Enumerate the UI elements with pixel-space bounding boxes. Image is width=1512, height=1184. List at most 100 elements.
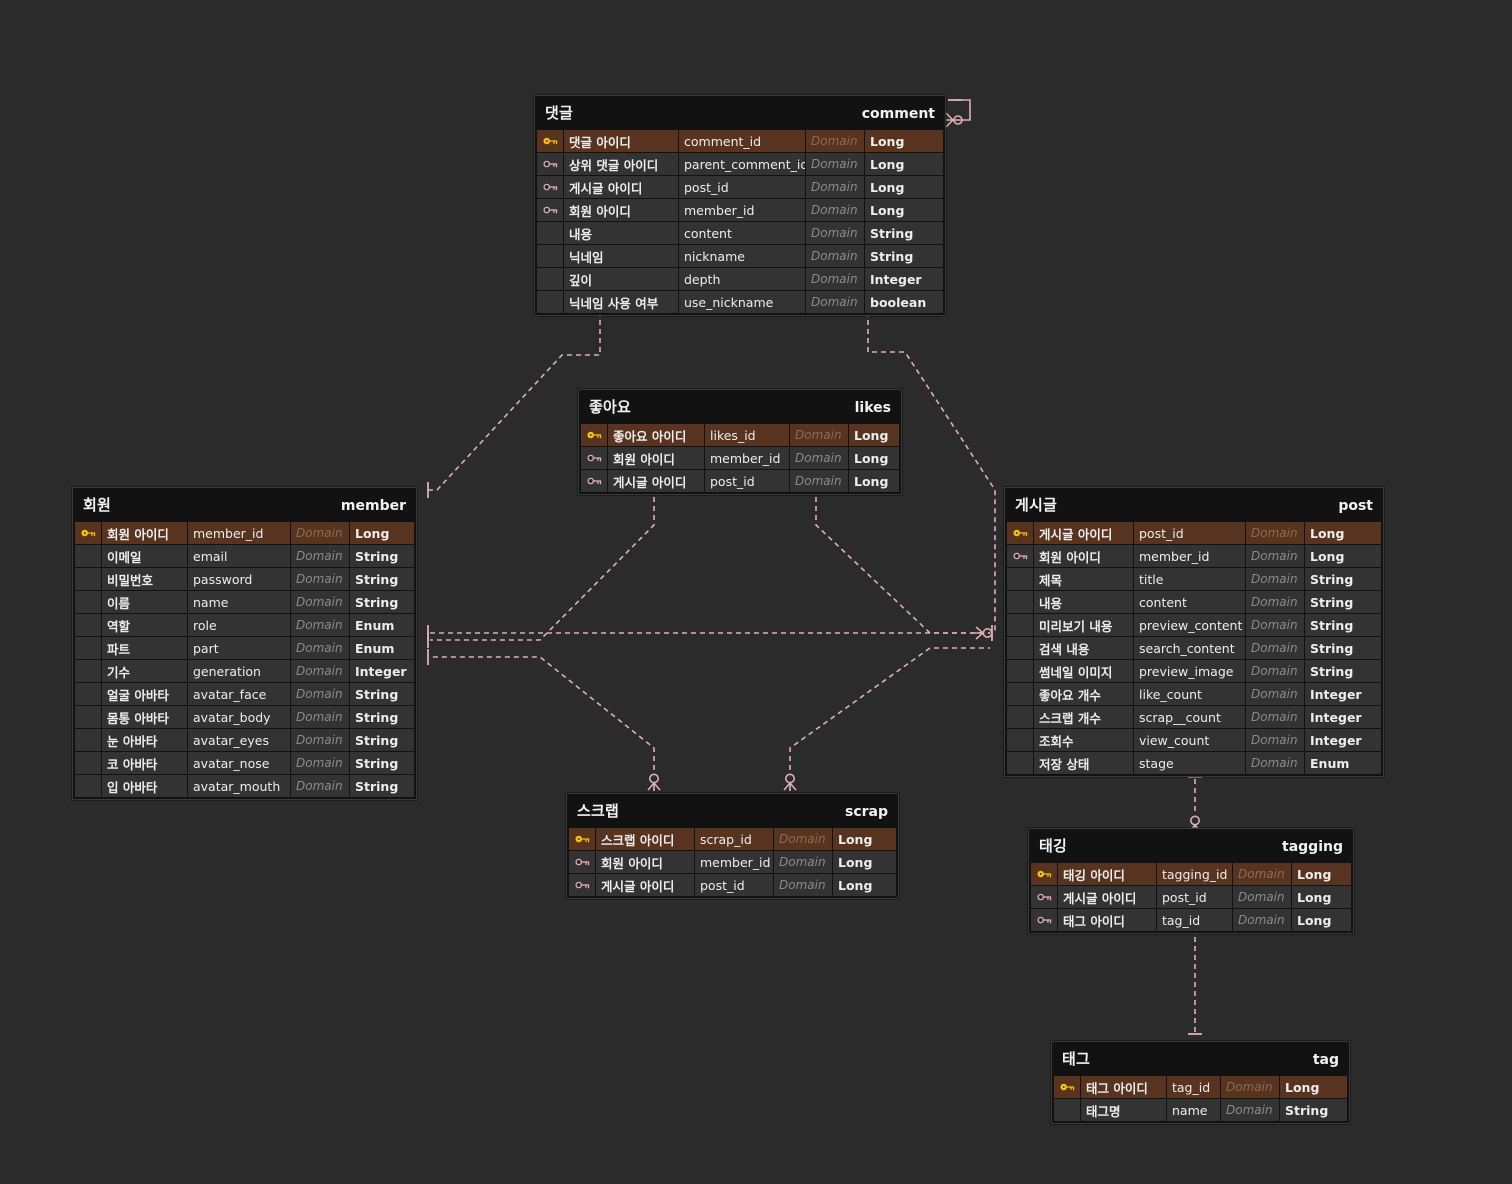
column-name-en: parent_comment_id bbox=[679, 153, 805, 175]
table-post[interactable]: 게시글 post 게시글 아이디 post_id Domain Long 회원 아이디 m… bbox=[1004, 487, 1384, 777]
table-scrap[interactable]: 스크랩 scrap 스크랩 아이디 scrap_id Domain Long 회원 아이… bbox=[566, 793, 899, 899]
column-row[interactable]: 내용 content Domain String bbox=[537, 222, 943, 244]
column-row[interactable]: 회원 아이디 member_id Domain Long bbox=[581, 447, 899, 469]
column-name-en: member_id bbox=[188, 522, 290, 544]
column-list-tag: 태그 아이디 tag_id Domain Long 태그명 name Domain Strin… bbox=[1052, 1076, 1349, 1123]
column-domain: Domain bbox=[1246, 660, 1304, 682]
column-row[interactable]: 닉네임 사용 여부 use_nickname Domain boolean bbox=[537, 291, 943, 313]
column-row[interactable]: 회원 아이디 member_id Domain Long bbox=[1007, 545, 1381, 567]
column-row[interactable]: 이름 name Domain String bbox=[75, 591, 414, 613]
key-cell bbox=[537, 291, 563, 313]
key-cell bbox=[1007, 637, 1033, 659]
column-label-kr: 게시글 아이디 bbox=[608, 470, 704, 492]
table-comment[interactable]: 댓글 comment 댓글 아이디 comment_id Domain Long 상위 … bbox=[534, 95, 946, 316]
column-row[interactable]: 회원 아이디 member_id Domain Long bbox=[75, 522, 414, 544]
column-row[interactable]: 얼굴 아바타 avatar_face Domain String bbox=[75, 683, 414, 705]
column-label-kr: 게시글 아이디 bbox=[564, 176, 678, 198]
column-row[interactable]: 입 아바타 avatar_mouth Domain String bbox=[75, 775, 414, 797]
column-row[interactable]: 역할 role Domain Enum bbox=[75, 614, 414, 636]
column-label-kr: 회원 아이디 bbox=[102, 522, 187, 544]
column-type: String bbox=[350, 752, 414, 774]
column-row[interactable]: 검색 내용 search_content Domain String bbox=[1007, 637, 1381, 659]
column-row[interactable]: 좋아요 개수 like_count Domain Integer bbox=[1007, 683, 1381, 705]
primary-key-icon bbox=[1059, 1083, 1074, 1091]
column-label-kr: 역할 bbox=[102, 614, 187, 636]
key-cell bbox=[75, 752, 101, 774]
table-likes[interactable]: 좋아요 likes 좋아요 아이디 likes_id Domain Long 회원 아이… bbox=[578, 389, 902, 495]
column-row[interactable]: 닉네임 nickname Domain String bbox=[537, 245, 943, 267]
column-row[interactable]: 저장 상태 stage Domain Enum bbox=[1007, 752, 1381, 774]
column-row[interactable]: 조회수 view_count Domain Integer bbox=[1007, 729, 1381, 751]
column-label-kr: 검색 내용 bbox=[1034, 637, 1133, 659]
column-row[interactable]: 게시글 아이디 post_id Domain Long bbox=[569, 874, 896, 896]
table-tag[interactable]: 태그 tag 태그 아이디 tag_id Domain Long 태그명 name Doma… bbox=[1051, 1041, 1350, 1124]
column-row[interactable]: 상위 댓글 아이디 parent_comment_id Domain Long bbox=[537, 153, 943, 175]
column-row[interactable]: 내용 content Domain String bbox=[1007, 591, 1381, 613]
column-row[interactable]: 댓글 아이디 comment_id Domain Long bbox=[537, 130, 943, 152]
column-row[interactable]: 회원 아이디 member_id Domain Long bbox=[569, 851, 896, 873]
column-row[interactable]: 스크랩 개수 scrap__count Domain Integer bbox=[1007, 706, 1381, 728]
key-cell bbox=[1007, 683, 1033, 705]
column-row[interactable]: 몸통 아바타 avatar_body Domain String bbox=[75, 706, 414, 728]
column-row[interactable]: 게시글 아이디 post_id Domain Long bbox=[537, 176, 943, 198]
column-row[interactable]: 게시글 아이디 post_id Domain Long bbox=[1031, 886, 1351, 908]
column-row[interactable]: 깊이 depth Domain Integer bbox=[537, 268, 943, 290]
column-domain: Domain bbox=[806, 222, 864, 244]
column-list-comment: 댓글 아이디 comment_id Domain Long 상위 댓글 아이디 paren… bbox=[535, 130, 945, 315]
column-type: Long bbox=[1292, 863, 1351, 885]
column-row[interactable]: 코 아바타 avatar_nose Domain String bbox=[75, 752, 414, 774]
foreign-key-icon bbox=[542, 160, 557, 168]
column-type: Integer bbox=[350, 660, 414, 682]
column-name-en: password bbox=[188, 568, 290, 590]
column-row[interactable]: 제목 title Domain String bbox=[1007, 568, 1381, 590]
key-cell bbox=[537, 199, 563, 221]
key-cell bbox=[1031, 863, 1057, 885]
column-row[interactable]: 태그 아이디 tag_id Domain Long bbox=[1054, 1076, 1347, 1098]
primary-key-icon bbox=[586, 431, 601, 439]
column-name-en: post_id bbox=[705, 470, 789, 492]
column-row[interactable]: 파트 part Domain Enum bbox=[75, 637, 414, 659]
column-label-kr: 회원 아이디 bbox=[564, 199, 678, 221]
table-member[interactable]: 회원 member 회원 아이디 member_id Domain Long 이메일 em… bbox=[72, 487, 417, 800]
column-domain: Domain bbox=[790, 447, 848, 469]
table-header-member: 회원 member bbox=[73, 488, 416, 522]
column-row[interactable]: 썸네일 이미지 preview_image Domain String bbox=[1007, 660, 1381, 682]
column-row[interactable]: 이메일 email Domain String bbox=[75, 545, 414, 567]
key-cell bbox=[1007, 614, 1033, 636]
column-type: Enum bbox=[1305, 752, 1381, 774]
column-label-kr: 얼굴 아바타 bbox=[102, 683, 187, 705]
column-type: Long bbox=[1292, 909, 1351, 931]
column-type: Long bbox=[849, 470, 899, 492]
column-row[interactable]: 비밀번호 password Domain String bbox=[75, 568, 414, 590]
column-type: Long bbox=[1305, 545, 1381, 567]
column-label-kr: 미리보기 내용 bbox=[1034, 614, 1133, 636]
column-row[interactable]: 게시글 아이디 post_id Domain Long bbox=[581, 470, 899, 492]
column-row[interactable]: 좋아요 아이디 likes_id Domain Long bbox=[581, 424, 899, 446]
column-row[interactable]: 회원 아이디 member_id Domain Long bbox=[537, 199, 943, 221]
key-cell bbox=[75, 522, 101, 544]
column-row[interactable]: 미리보기 내용 preview_content Domain String bbox=[1007, 614, 1381, 636]
column-row[interactable]: 기수 generation Domain Integer bbox=[75, 660, 414, 682]
column-row[interactable]: 스크랩 아이디 scrap_id Domain Long bbox=[569, 828, 896, 850]
column-name-en: role bbox=[188, 614, 290, 636]
key-cell bbox=[75, 568, 101, 590]
column-name-en: email bbox=[188, 545, 290, 567]
column-row[interactable]: 태그 아이디 tag_id Domain Long bbox=[1031, 909, 1351, 931]
column-label-kr: 태그 아이디 bbox=[1058, 909, 1156, 931]
column-label-kr: 회원 아이디 bbox=[1034, 545, 1133, 567]
primary-key-icon bbox=[1036, 870, 1051, 878]
column-name-en: scrap__count bbox=[1134, 706, 1245, 728]
foreign-key-icon bbox=[586, 454, 601, 462]
foreign-key-icon bbox=[542, 183, 557, 191]
table-title-en: scrap bbox=[844, 804, 888, 820]
column-row[interactable]: 태그명 name Domain String bbox=[1054, 1099, 1347, 1121]
column-domain: Domain bbox=[1233, 909, 1291, 931]
column-type: String bbox=[1305, 637, 1381, 659]
column-row[interactable]: 눈 아바타 avatar_eyes Domain String bbox=[75, 729, 414, 751]
column-row[interactable]: 게시글 아이디 post_id Domain Long bbox=[1007, 522, 1381, 544]
column-row[interactable]: 태깅 아이디 tagging_id Domain Long bbox=[1031, 863, 1351, 885]
table-tagging[interactable]: 태깅 tagging 태깅 아이디 tagging_id Domain Long 게시글… bbox=[1028, 828, 1354, 934]
key-cell bbox=[75, 614, 101, 636]
column-name-en: search_content bbox=[1134, 637, 1245, 659]
column-domain: Domain bbox=[1246, 545, 1304, 567]
